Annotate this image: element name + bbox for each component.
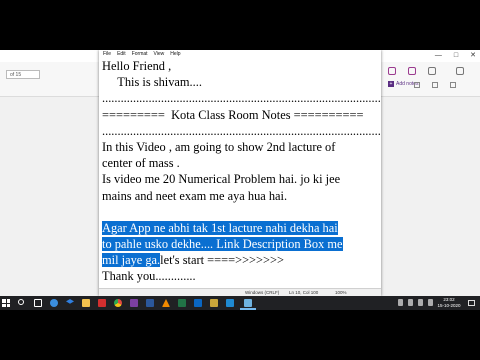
search-icon[interactable] <box>18 299 24 305</box>
minimize-icon[interactable]: — <box>435 51 442 61</box>
clock-date: 15-10-2020 <box>437 303 461 308</box>
start-button[interactable] <box>2 299 10 307</box>
text-line[interactable]: This is shivam.... <box>99 74 381 90</box>
highlighter-icon[interactable] <box>408 67 416 75</box>
text-line[interactable]: center of mass . <box>99 155 381 171</box>
line-text: Hello Friend , <box>102 59 172 73</box>
text-line[interactable]: ........................................… <box>99 90 381 106</box>
menu-help[interactable]: Help <box>170 50 180 58</box>
notepad-menubar: File Edit Format View Help <box>99 50 381 58</box>
chrome-icon[interactable] <box>114 299 122 307</box>
menu-file[interactable]: File <box>103 50 111 58</box>
text-line[interactable]: mains and neet exam me aya hua hai. <box>99 188 381 204</box>
vscode-icon[interactable] <box>226 299 234 307</box>
menu-format[interactable]: Format <box>132 50 148 58</box>
task-view-icon[interactable] <box>34 299 42 307</box>
line-text: mains and neet exam me aya hua hai. <box>102 188 288 203</box>
more-options-icon[interactable] <box>456 67 464 75</box>
text-line[interactable]: mil jaye ga.let's start ====>>>>>>> <box>99 252 381 268</box>
text-line[interactable] <box>99 204 381 220</box>
taskbar: 23:02 15-10-2020 <box>0 296 480 310</box>
page-counter[interactable]: of 15 <box>6 70 40 79</box>
onenote-icon[interactable] <box>130 299 138 307</box>
text-line[interactable]: In this Video , am going to show 2nd lac… <box>99 139 381 155</box>
line-text: Is video me 20 Numerical Problem hai. jo… <box>102 172 341 187</box>
text-line[interactable]: ........................................… <box>99 123 381 139</box>
plus-icon: + <box>388 81 394 87</box>
line-text: ========= Kota Class Room Notes ========… <box>102 107 364 122</box>
volume-icon[interactable] <box>428 299 433 306</box>
eraser-icon[interactable] <box>428 67 436 75</box>
search-icon[interactable] <box>414 82 420 88</box>
acrobat-icon[interactable] <box>98 299 106 307</box>
text-line[interactable]: ========= Kota Class Room Notes ========… <box>99 107 381 123</box>
line-text: ........................................… <box>102 123 381 138</box>
text-line[interactable]: to pahle usko dekhe.... Link Description… <box>99 236 381 252</box>
windows-logo-tile <box>2 303 6 307</box>
dropbox-icon[interactable] <box>66 299 74 304</box>
linkedin-icon[interactable] <box>194 299 202 307</box>
taskbar-clock[interactable]: 23:02 15-10-2020 <box>434 297 464 309</box>
battery-icon[interactable] <box>408 299 413 306</box>
line-text: let's start ====>>>>>>> <box>160 253 284 268</box>
text-line[interactable]: Hello Friend , <box>99 58 381 74</box>
windows-logo-tile <box>6 299 10 303</box>
status-cursor-position: Ln 10, Col 100 <box>289 290 319 295</box>
expand-icon[interactable] <box>450 82 456 88</box>
maximize-icon[interactable]: □ <box>454 51 458 61</box>
print-icon[interactable] <box>432 82 438 88</box>
notepad-window: File Edit Format View Help Hello Friend … <box>99 50 381 296</box>
notepad-text-area[interactable]: Hello Friend , This is shivam...........… <box>99 58 381 288</box>
text-line[interactable]: Agar App ne abhi tak 1st lacture nahi de… <box>99 220 381 236</box>
status-encoding: Windows (CRLF) <box>245 290 280 295</box>
screen: — □ ✕ of 15 + Add notes File Edit Format… <box>0 50 480 310</box>
line-text: In this Video , am going to show 2nd lac… <box>102 139 336 154</box>
file-explorer-icon[interactable] <box>82 299 90 307</box>
selected-text: to pahle usko dekhe.... Link Description… <box>102 237 343 252</box>
line-text: ........................................… <box>102 91 381 106</box>
notifications-icon[interactable] <box>468 300 475 306</box>
windows-logo-icon <box>2 299 6 303</box>
window-controls: — □ ✕ <box>435 51 476 61</box>
text-line[interactable]: Is video me 20 Numerical Problem hai. jo… <box>99 171 381 187</box>
excel-icon[interactable] <box>178 299 186 307</box>
wifi-icon[interactable] <box>418 299 423 306</box>
reader-extra-tools <box>414 82 456 88</box>
line-text: center of mass . <box>102 156 180 171</box>
files-icon[interactable] <box>210 299 218 307</box>
notepad-statusbar: Windows (CRLF) Ln 10, Col 100 100% <box>99 288 381 296</box>
notepad-icon[interactable] <box>244 299 252 307</box>
active-app-indicator <box>240 308 256 310</box>
system-tray <box>398 299 433 306</box>
pen-icon[interactable] <box>388 67 396 75</box>
selected-text: Agar App ne abhi tak 1st lacture nahi de… <box>102 220 338 235</box>
line-text: Thank you............. <box>102 269 196 284</box>
text-line[interactable]: Thank you............. <box>99 268 381 284</box>
line-text: This is shivam.... <box>102 75 202 90</box>
word-icon[interactable] <box>146 299 154 307</box>
close-icon[interactable]: ✕ <box>470 51 476 61</box>
vlc-icon[interactable] <box>162 299 170 307</box>
windows-logo-tile <box>6 303 10 307</box>
menu-view[interactable]: View <box>154 50 165 58</box>
status-zoom: 100% <box>335 290 347 295</box>
menu-edit[interactable]: Edit <box>117 50 126 58</box>
edge-icon[interactable] <box>50 299 58 307</box>
chevron-up-icon[interactable] <box>398 299 403 306</box>
selected-text: mil jaye ga. <box>102 253 161 268</box>
